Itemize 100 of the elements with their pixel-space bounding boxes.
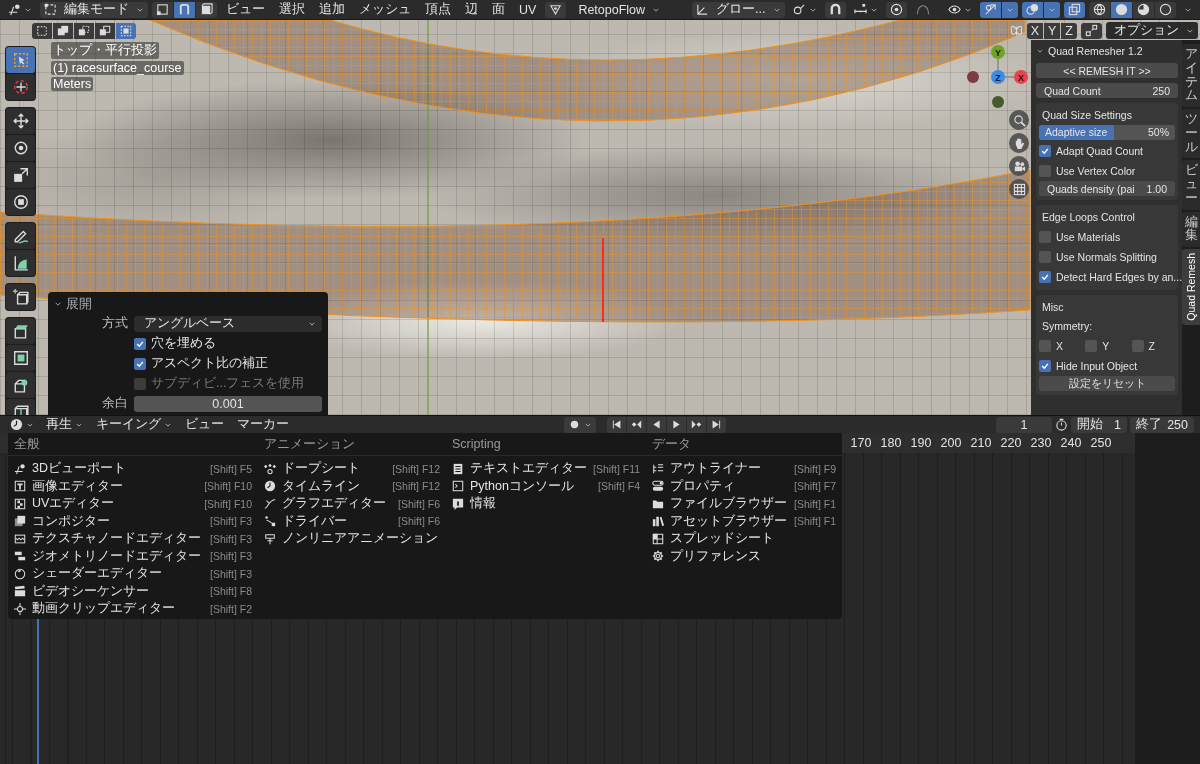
tool-button[interactable] [6,74,35,100]
tool-button[interactable] [6,162,35,188]
quad-count-field[interactable]: Quad Count 250 [1036,83,1178,98]
reset-button[interactable]: 設定をリセット [1039,376,1175,391]
start-frame-field[interactable]: 開始 1 [1071,416,1127,433]
margin-field[interactable]: 0.001 [134,395,322,412]
dropdown-button[interactable] [1044,1,1060,18]
tool-button[interactable] [6,250,35,276]
proportional-toggle[interactable] [885,1,907,18]
playback-button[interactable] [707,416,726,433]
tool-button[interactable] [6,345,35,371]
axis-dot[interactable] [1014,70,1028,84]
checkbox[interactable] [1039,270,1051,283]
menu-item[interactable]: 情報 [452,495,640,513]
menu-item[interactable]: コンポジター [Shift] F3 [14,512,252,530]
orientation-dropdown[interactable]: グロー... [692,1,785,18]
mode-dropdown[interactable]: 編集モード [40,1,148,18]
playback-button[interactable] [667,416,686,433]
select-mode-button[interactable] [174,1,195,18]
checkbox[interactable] [1039,339,1051,352]
playback-button[interactable] [607,416,626,433]
shading-button[interactable] [1155,1,1176,18]
overlay-toggle[interactable] [1022,1,1043,18]
menu-item[interactable]: 画像エディター [Shift] F10 [14,477,252,495]
remesh-button[interactable]: << REMESH IT >> [1036,63,1178,78]
navigation-gizmo[interactable]: X Y Z [967,45,1028,108]
axis-dot[interactable] [991,70,1005,84]
tool-button[interactable] [6,189,35,215]
sidebar-tab[interactable]: アイテム [1182,44,1200,107]
menu-item[interactable]: プリファレンス [652,547,836,565]
playback-button[interactable] [627,416,646,433]
menu-item[interactable]: ジオメトリノードエディター [Shift] F3 [14,547,252,565]
dropdown-button[interactable] [1002,1,1018,18]
end-frame-field[interactable]: 終了 250 [1130,416,1194,433]
menu-item[interactable]: シェーダーエディター [Shift] F3 [14,565,252,583]
menu-item[interactable]: 頂点 [420,1,456,18]
checkbox[interactable] [1039,164,1051,177]
tool-button[interactable] [6,318,35,344]
quads-density-field[interactable]: Quads density (pai 1.00 [1039,181,1175,196]
method-dropdown[interactable]: アングルベース [134,315,322,332]
menu-item[interactable]: ビュー [180,416,229,433]
sidebar-tab[interactable]: 編集 [1182,211,1200,247]
menu-item[interactable]: タイムライン [Shift] F12 [264,477,440,495]
select-mode-button[interactable] [152,1,173,18]
checkbox[interactable] [134,357,146,370]
menu-item[interactable]: グラフエディター [Shift] F6 [264,495,440,513]
menu-item[interactable]: スプレッドシート [652,530,836,548]
sidebar-tab[interactable]: ビュー [1182,160,1200,210]
menu-item[interactable]: プロパティ [Shift] F7 [652,477,836,495]
menu-item[interactable]: ビュー [221,1,270,18]
menu-item[interactable]: ドープシート [Shift] F12 [264,460,440,478]
menu-item[interactable]: ビデオシーケンサー [Shift] F8 [14,582,252,600]
playback-button[interactable] [647,416,666,433]
menu-item[interactable]: ファイルブラウザー [Shift] F1 [652,495,836,513]
menu-item[interactable]: 面 [487,1,510,18]
current-frame-field[interactable]: 1 [996,416,1052,433]
playback-button[interactable] [687,416,706,433]
menu-item[interactable]: UVエディター [Shift] F10 [14,495,252,513]
checkbox[interactable] [1039,250,1051,263]
checkbox[interactable] [134,337,146,350]
menu-item[interactable]: Pythonコンソール [Shift] F4 [452,477,640,495]
menu-item[interactable]: 選択 [274,1,310,18]
auto-keying-button[interactable] [564,416,596,433]
sidebar-tab[interactable]: ツール [1182,109,1200,159]
menu-item[interactable]: メッシュ [354,1,416,18]
menu-item[interactable]: ノンリニアアニメーション [264,530,440,548]
tool-button[interactable] [6,108,35,134]
checkbox[interactable] [1039,230,1051,243]
menu-item[interactable]: アセットブラウザー [Shift] F1 [652,512,836,530]
options-dropdown[interactable]: オプション [1106,22,1198,39]
menu-item[interactable]: マーカー [232,416,294,433]
tool-button[interactable] [6,135,35,161]
shading-button[interactable] [1089,1,1110,18]
xray-toggle[interactable] [1064,1,1085,18]
menu-item[interactable]: テキストエディター [Shift] F11 [452,460,640,478]
menu-item[interactable]: 動画クリップエディター [Shift] F2 [14,600,252,618]
checkbox[interactable] [1131,339,1144,352]
select-mode-button[interactable] [196,1,217,18]
checkbox[interactable] [1039,359,1051,372]
checkbox[interactable] [1085,339,1098,352]
tool-button[interactable] [6,372,35,398]
adaptive-size-slider[interactable]: Adaptive size 50% [1039,125,1175,140]
menu-item[interactable]: UV [514,1,542,18]
menu-item[interactable]: 3Dビューポート [Shift] F5 [14,460,252,478]
menu-item[interactable]: キーイング [91,416,177,433]
shading-button[interactable] [1111,1,1132,18]
tool-button[interactable] [6,284,35,310]
menu-item[interactable]: ドライバー [Shift] F6 [264,512,440,530]
shading-button[interactable] [1133,1,1154,18]
menu-item[interactable]: 再生 [41,416,88,433]
sidebar-tab[interactable]: Quad Remesh [1182,249,1200,325]
addon-button[interactable] [545,1,567,18]
menu-item[interactable]: 辺 [460,1,483,18]
snap-toggle[interactable] [824,1,846,18]
axis-dot[interactable] [991,45,1005,59]
menu-item[interactable]: テクスチャノードエディター [Shift] F3 [14,530,252,548]
gizmo-toggle[interactable] [980,1,1001,18]
tool-button[interactable] [6,223,35,249]
menu-item[interactable]: アウトライナー [Shift] F9 [652,460,836,478]
addon-dropdown[interactable]: RetopoFlow [570,1,665,18]
